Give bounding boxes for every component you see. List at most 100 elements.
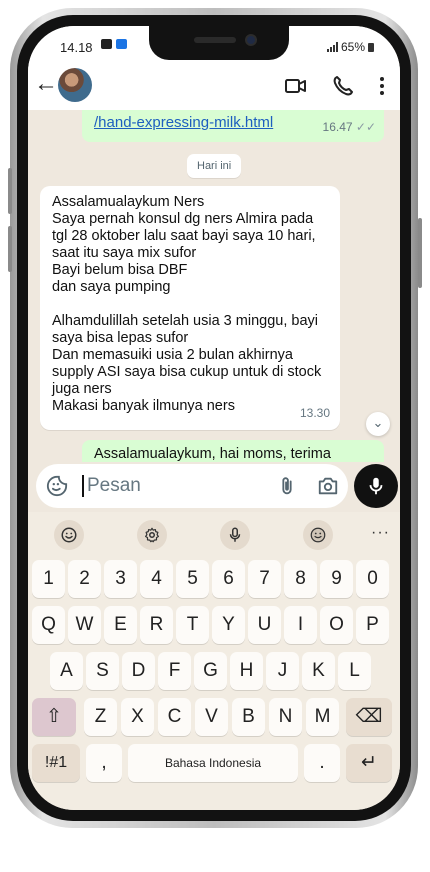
- key-m[interactable]: M: [306, 698, 339, 736]
- key-a[interactable]: A: [50, 652, 83, 690]
- key-b[interactable]: B: [232, 698, 265, 736]
- key-3[interactable]: 3: [104, 560, 137, 598]
- date-separator: Hari ini: [187, 154, 242, 178]
- power-button: [418, 218, 422, 288]
- key-h[interactable]: H: [230, 652, 263, 690]
- status-time: 14.18: [60, 40, 93, 55]
- compose-bar: Pesan: [28, 462, 400, 512]
- message-line: Makasi banyak ilmunya ners: [52, 398, 235, 414]
- key-l[interactable]: L: [338, 652, 371, 690]
- key-4[interactable]: 4: [140, 560, 173, 598]
- period-key[interactable]: .: [304, 744, 340, 782]
- key-j[interactable]: J: [266, 652, 299, 690]
- message-line: saat itu saya mix sufor: [52, 245, 197, 261]
- sticker-icon[interactable]: [303, 520, 333, 550]
- settings-icon[interactable]: [137, 520, 167, 550]
- key-8[interactable]: 8: [284, 560, 317, 598]
- emoji-icon[interactable]: [54, 520, 84, 550]
- key-u[interactable]: U: [248, 606, 281, 644]
- attach-icon[interactable]: [276, 475, 298, 497]
- speaker-grille: [194, 37, 236, 43]
- keyboard: ··· 1 2 3 4 5 6 7 8 9 0 Q W E R T Y U I …: [28, 512, 400, 810]
- key-v[interactable]: V: [195, 698, 228, 736]
- battery-percent: 65%: [340, 40, 365, 54]
- signal-icon: [326, 42, 338, 52]
- key-s[interactable]: S: [86, 652, 119, 690]
- voice-message-button[interactable]: [354, 464, 398, 508]
- outgoing-message-preview[interactable]: Assalamualaykum, hai moms, terima: [82, 440, 384, 462]
- message-input[interactable]: Pesan: [36, 464, 348, 508]
- incoming-message[interactable]: Assalamualaykum Ners Saya pernah konsul …: [40, 186, 340, 430]
- message-time: 16.47 ✓✓: [322, 120, 376, 134]
- shift-key[interactable]: ⇧: [32, 698, 76, 736]
- key-2[interactable]: 2: [68, 560, 101, 598]
- video-call-icon[interactable]: [284, 74, 308, 98]
- key-y[interactable]: Y: [212, 606, 245, 644]
- symbols-key[interactable]: !#1: [32, 744, 80, 782]
- key-1[interactable]: 1: [32, 560, 65, 598]
- more-tools-icon[interactable]: ···: [371, 524, 390, 542]
- message-line: Dan memasuiki usia 2 bulan akhirnya: [52, 347, 293, 363]
- key-0[interactable]: 0: [356, 560, 389, 598]
- key-t[interactable]: T: [176, 606, 209, 644]
- message-line: Bayi belum bisa DBF: [52, 262, 188, 278]
- battery-icon: [368, 42, 374, 52]
- message-line: Saya pernah konsul dg ners Almira pada: [52, 211, 314, 227]
- scroll-down-icon[interactable]: ⌄: [366, 412, 390, 436]
- key-w[interactable]: W: [68, 606, 101, 644]
- message-line: juga ners: [52, 381, 112, 397]
- space-key[interactable]: Bahasa Indonesia: [128, 744, 298, 782]
- message-line: supply ASI saya bisa cukup untuk di stoc…: [52, 364, 322, 380]
- gallery-notification-icon: [101, 39, 112, 49]
- backspace-key[interactable]: ⌫: [346, 698, 392, 736]
- status-bar: 14.18 65%: [28, 26, 400, 62]
- key-9[interactable]: 9: [320, 560, 353, 598]
- outgoing-message[interactable]: /hand-expressing-milk.html 16.47 ✓✓: [82, 110, 384, 142]
- message-line: saya bisa lepas sufor: [52, 330, 189, 346]
- back-arrow-icon[interactable]: ←: [34, 72, 58, 96]
- enter-key[interactable]: ↵: [346, 744, 392, 782]
- chat-messages[interactable]: /hand-expressing-milk.html 16.47 ✓✓ Hari…: [28, 110, 400, 462]
- key-o[interactable]: O: [320, 606, 353, 644]
- message-placeholder: Pesan: [82, 475, 141, 497]
- message-line: Alhamdulillah setelah usia 3 minggu, bay…: [52, 313, 318, 329]
- key-e[interactable]: E: [104, 606, 137, 644]
- message-time: 13.30: [299, 406, 330, 420]
- comma-key[interactable]: ,: [86, 744, 122, 782]
- key-x[interactable]: X: [121, 698, 154, 736]
- key-q[interactable]: Q: [32, 606, 65, 644]
- key-g[interactable]: G: [194, 652, 227, 690]
- keyboard-toolbar: ···: [28, 516, 400, 554]
- status-right: 65%: [326, 40, 374, 54]
- key-d[interactable]: D: [122, 652, 155, 690]
- key-p[interactable]: P: [356, 606, 389, 644]
- mic-icon[interactable]: [220, 520, 250, 550]
- chat-header: ←: [28, 62, 400, 110]
- notification-icons: [101, 39, 127, 49]
- key-r[interactable]: R: [140, 606, 173, 644]
- key-k[interactable]: K: [302, 652, 335, 690]
- volume-up-button: [8, 168, 12, 214]
- message-line: Assalamualaykum, hai moms, terima: [94, 446, 331, 462]
- key-f[interactable]: F: [158, 652, 191, 690]
- key-c[interactable]: C: [158, 698, 191, 736]
- key-7[interactable]: 7: [248, 560, 281, 598]
- voice-call-icon[interactable]: [331, 74, 355, 98]
- contact-avatar[interactable]: [58, 68, 92, 102]
- message-line: tgl 28 oktober lalu saat bayi saya 10 ha…: [52, 228, 316, 244]
- key-n[interactable]: N: [269, 698, 302, 736]
- sticker-icon[interactable]: [46, 475, 68, 497]
- key-z[interactable]: Z: [84, 698, 117, 736]
- message-link[interactable]: /hand-expressing-milk.html: [94, 114, 273, 131]
- front-camera: [245, 34, 257, 46]
- message-line: Assalamualaykum Ners: [52, 194, 205, 210]
- key-6[interactable]: 6: [212, 560, 245, 598]
- more-options-icon[interactable]: [370, 74, 394, 98]
- key-5[interactable]: 5: [176, 560, 209, 598]
- key-i[interactable]: I: [284, 606, 317, 644]
- camera-icon[interactable]: [316, 475, 340, 497]
- volume-down-button: [8, 226, 12, 272]
- camera-notch: [149, 26, 289, 60]
- mic-icon: [369, 477, 383, 495]
- message-line: dan saya pumping: [52, 279, 171, 295]
